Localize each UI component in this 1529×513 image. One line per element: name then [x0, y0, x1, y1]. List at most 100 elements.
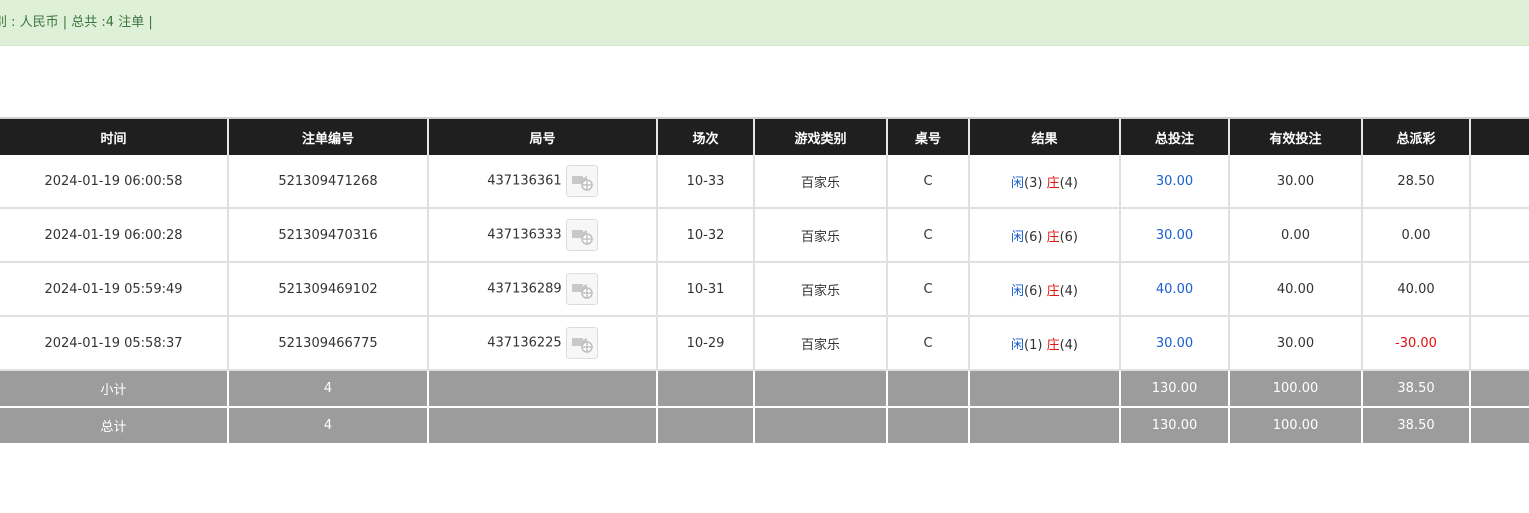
- table-row: 2024-01-19 05:58:37 521309466775 4371362…: [0, 316, 1529, 371]
- header-time: 时间: [0, 117, 228, 155]
- cell-result: 闲(1) 庄(4): [968, 316, 1120, 371]
- cell-total-bet: 30.00: [1119, 155, 1229, 209]
- cell-total-bet: 40.00: [1119, 262, 1229, 317]
- player-label: 闲: [1010, 229, 1024, 245]
- cell-session: 10-29: [656, 316, 754, 371]
- cell-session: 10-31: [656, 262, 754, 317]
- header-order-no: 注单编号: [227, 117, 428, 155]
- cell-time: 2024-01-19 05:58:37: [0, 316, 228, 371]
- player-label: 闲: [1010, 175, 1024, 191]
- table-row: 2024-01-19 06:00:28 521309470316 4371363…: [0, 208, 1529, 263]
- cell-session: 10-33: [656, 155, 754, 209]
- cell-table-no: C: [886, 316, 969, 371]
- video-replay-icon: [571, 284, 593, 299]
- player-label: 闲: [1010, 283, 1024, 299]
- cell-round-no: 437136289: [427, 262, 657, 317]
- banker-value: (6): [1059, 229, 1078, 245]
- banker-label: 庄: [1046, 283, 1060, 299]
- video-replay-icon: [571, 176, 593, 191]
- cell-round-no: 437136361: [427, 155, 657, 209]
- video-replay-button[interactable]: [565, 219, 598, 251]
- cell-game-type: 百家乐: [753, 316, 887, 371]
- header-total-bet: 总投注: [1119, 117, 1229, 155]
- cell-round-no: 437136333: [427, 208, 657, 263]
- cell-game-type: 百家乐: [753, 262, 887, 317]
- cell-order-no: 521309470316: [227, 208, 428, 263]
- banker-label: 庄: [1046, 337, 1060, 353]
- player-value: (6): [1024, 283, 1043, 299]
- header-table-no: 桌号: [886, 117, 969, 155]
- player-value: (6): [1024, 229, 1043, 245]
- video-replay-button[interactable]: [565, 273, 598, 305]
- cell-time: 2024-01-19 05:59:49: [0, 262, 228, 317]
- header-round-no: 局号: [427, 117, 657, 155]
- cell-valid-bet: 30.00: [1228, 155, 1362, 209]
- cell-time: 2024-01-19 06:00:28: [0, 208, 228, 263]
- video-replay-button[interactable]: [565, 327, 598, 359]
- grandtotal-payout: 38.50: [1361, 407, 1470, 445]
- player-value: (1): [1024, 337, 1043, 353]
- subtotal-row: 小计 4 130.00 100.00 38.50: [0, 370, 1529, 408]
- table-row: 2024-01-19 05:59:49 521309469102 4371362…: [0, 262, 1529, 317]
- grandtotal-label: 总计: [0, 407, 228, 445]
- cell-valid-bet: 0.00: [1228, 208, 1362, 263]
- round-no-text: 437136333: [487, 227, 562, 243]
- header-payout: 总派彩: [1361, 117, 1470, 155]
- subtotal-count: 4: [227, 370, 428, 408]
- summary-info-bar: 别 : 人民币 | 总共 :4 注单 |: [0, 0, 1529, 46]
- banker-value: (4): [1059, 337, 1078, 353]
- cell-extra: [1469, 155, 1529, 209]
- cell-order-no: 521309469102: [227, 262, 428, 317]
- subtotal-valid-bet: 100.00: [1228, 370, 1362, 408]
- cell-valid-bet: 30.00: [1228, 316, 1362, 371]
- subtotal-total-bet: 130.00: [1119, 370, 1229, 408]
- cell-total-bet: 30.00: [1119, 208, 1229, 263]
- cell-round-no: 437136225: [427, 316, 657, 371]
- cell-result: 闲(6) 庄(6): [968, 208, 1120, 263]
- banker-label: 庄: [1046, 175, 1060, 191]
- cell-payout: 40.00: [1361, 262, 1470, 317]
- cell-result: 闲(6) 庄(4): [968, 262, 1120, 317]
- cell-result: 闲(3) 庄(4): [968, 155, 1120, 209]
- cell-table-no: C: [886, 208, 969, 263]
- cell-extra: [1469, 316, 1529, 371]
- header-extra: [1469, 117, 1529, 155]
- cell-total-bet: 30.00: [1119, 316, 1229, 371]
- cell-extra: [1469, 208, 1529, 263]
- video-replay-icon: [571, 338, 593, 353]
- cell-valid-bet: 40.00: [1228, 262, 1362, 317]
- cell-game-type: 百家乐: [753, 208, 887, 263]
- cell-order-no: 521309466775: [227, 316, 428, 371]
- banker-value: (4): [1059, 175, 1078, 191]
- summary-text: 别 : 人民币 | 总共 :4 注单 |: [0, 15, 153, 30]
- header-session: 场次: [656, 117, 754, 155]
- header-game-type: 游戏类别: [753, 117, 887, 155]
- player-value: (3): [1024, 175, 1043, 191]
- cell-table-no: C: [886, 262, 969, 317]
- round-no-text: 437136289: [487, 281, 562, 297]
- banker-value: (4): [1059, 283, 1078, 299]
- header-result: 结果: [968, 117, 1120, 155]
- grandtotal-count: 4: [227, 407, 428, 445]
- round-no-text: 437136225: [487, 335, 562, 351]
- cell-game-type: 百家乐: [753, 155, 887, 209]
- banker-label: 庄: [1046, 229, 1060, 245]
- header-valid-bet: 有效投注: [1228, 117, 1362, 155]
- cell-order-no: 521309471268: [227, 155, 428, 209]
- cell-table-no: C: [886, 155, 969, 209]
- cell-payout: 0.00: [1361, 208, 1470, 263]
- cell-payout: 28.50: [1361, 155, 1470, 209]
- cell-session: 10-32: [656, 208, 754, 263]
- grandtotal-valid-bet: 100.00: [1228, 407, 1362, 445]
- grandtotal-row: 总计 4 130.00 100.00 38.50: [0, 407, 1529, 445]
- subtotal-label: 小计: [0, 370, 228, 408]
- round-no-text: 437136361: [487, 173, 562, 189]
- video-replay-button[interactable]: [565, 165, 598, 197]
- table-row: 2024-01-19 06:00:58 521309471268 4371363…: [0, 155, 1529, 209]
- subtotal-payout: 38.50: [1361, 370, 1470, 408]
- cell-time: 2024-01-19 06:00:58: [0, 155, 228, 209]
- cell-payout-negative: -30.00: [1361, 316, 1470, 371]
- grandtotal-total-bet: 130.00: [1119, 407, 1229, 445]
- cell-extra: [1469, 262, 1529, 317]
- player-label: 闲: [1010, 337, 1024, 353]
